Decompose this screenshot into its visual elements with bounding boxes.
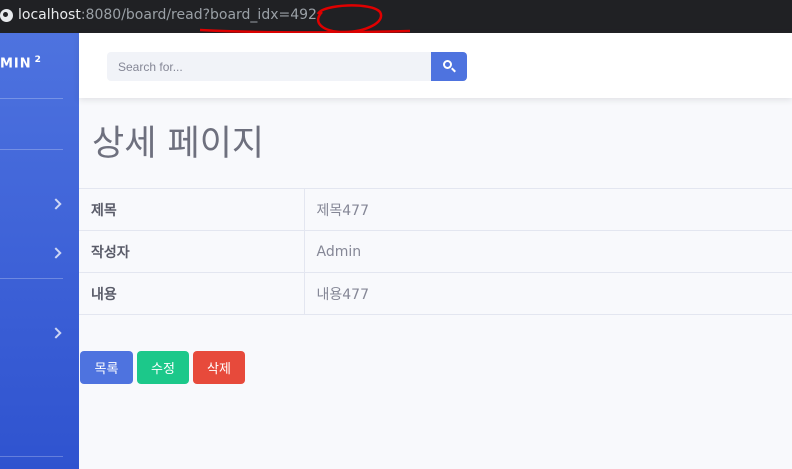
sidebar-divider bbox=[0, 278, 63, 279]
url-text[interactable]: localhost:8080/board/read?board_idx=492 bbox=[18, 7, 317, 23]
sidebar-brand[interactable]: MIN 2 bbox=[0, 55, 42, 71]
row-label: 작성자 bbox=[79, 230, 305, 273]
brand-text: MIN bbox=[0, 56, 32, 72]
sidebar-divider bbox=[0, 98, 63, 99]
detail-table: 제목 제목477 작성자 Admin 내용 내용477 bbox=[79, 188, 792, 315]
chevron-right-icon[interactable] bbox=[50, 198, 62, 210]
url-host: localhost bbox=[18, 7, 81, 23]
chevron-right-icon[interactable] bbox=[50, 247, 62, 259]
delete-button[interactable]: 삭제 bbox=[193, 351, 245, 384]
row-value: 제목477 bbox=[316, 202, 369, 219]
url-path: :8080/board/read?board_idx=492 bbox=[80, 7, 317, 23]
table-row: 내용 내용477 bbox=[79, 272, 792, 315]
chevron-right-icon[interactable] bbox=[50, 327, 62, 339]
site-info-icon[interactable] bbox=[0, 9, 13, 22]
row-value: Admin bbox=[316, 243, 362, 260]
search-icon-handle bbox=[451, 67, 456, 73]
table-row: 작성자 Admin bbox=[79, 230, 792, 273]
topbar bbox=[79, 33, 792, 98]
browser-address-bar[interactable]: localhost:8080/board/read?board_idx=492 bbox=[0, 0, 792, 33]
row-label: 제목 bbox=[79, 188, 305, 231]
edit-button[interactable]: 수정 bbox=[137, 351, 189, 384]
sidebar: MIN 2 bbox=[0, 33, 79, 469]
sidebar-divider bbox=[0, 456, 63, 457]
row-value: 내용477 bbox=[316, 286, 369, 303]
sidebar-divider bbox=[0, 149, 63, 150]
row-label: 내용 bbox=[79, 272, 305, 315]
search-input[interactable] bbox=[107, 52, 432, 81]
page-title: 상세 페이지 bbox=[92, 124, 265, 164]
list-button[interactable]: 목록 bbox=[80, 351, 133, 384]
brand-superscript: 2 bbox=[34, 55, 42, 65]
search-button[interactable] bbox=[431, 52, 467, 81]
table-row: 제목 제목477 bbox=[79, 188, 792, 231]
